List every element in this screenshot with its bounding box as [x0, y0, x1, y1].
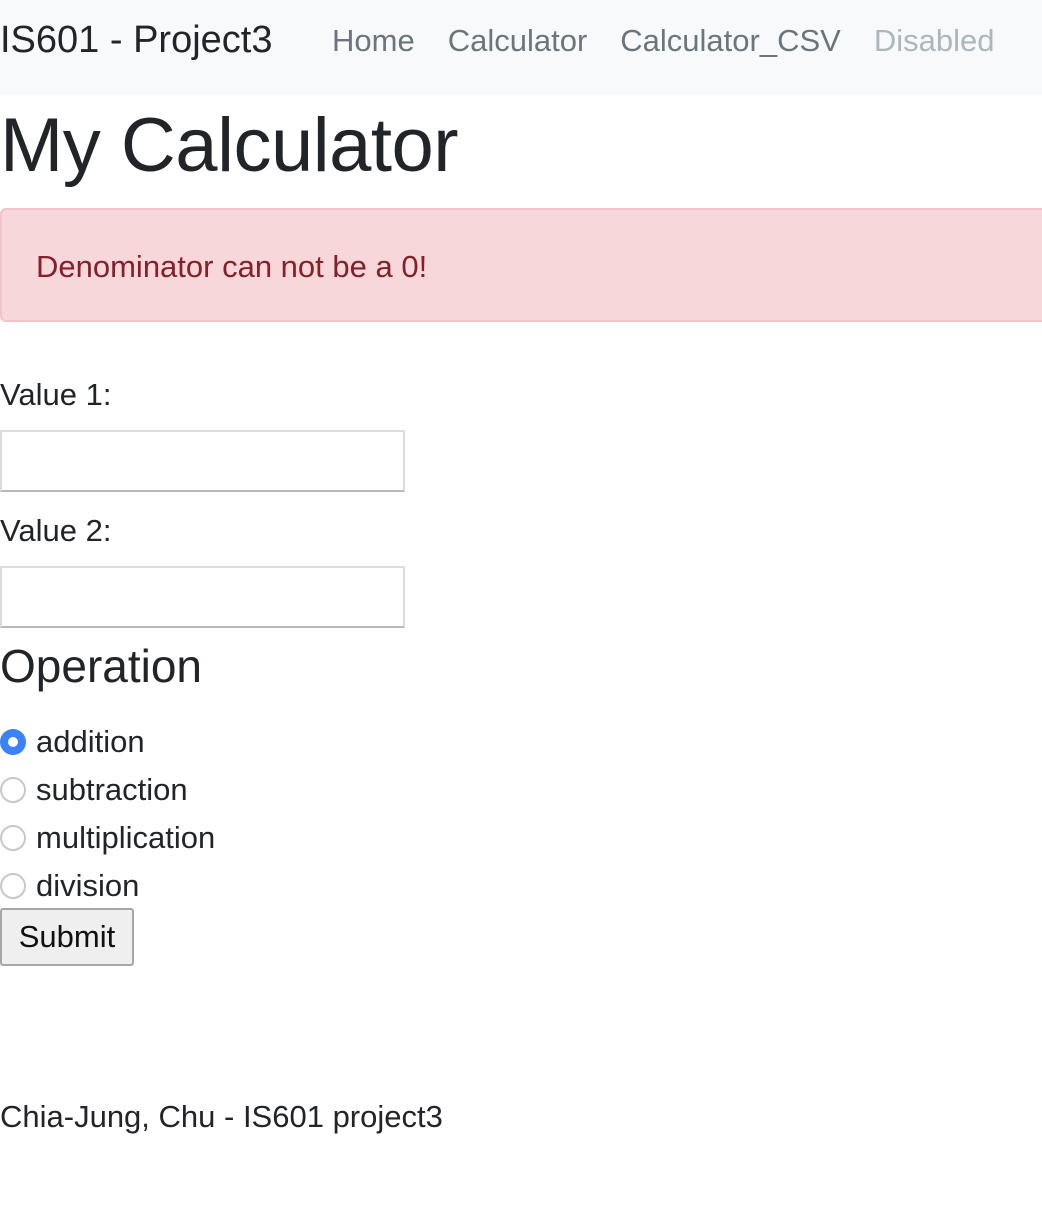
radio-label-division[interactable]: division — [36, 867, 139, 905]
nav-link-calculator[interactable]: Calculator — [448, 22, 588, 60]
radio-option-addition[interactable]: addition — [0, 722, 145, 762]
radio-division[interactable] — [0, 873, 26, 899]
radio-label-multiplication[interactable]: multiplication — [36, 819, 215, 857]
error-alert: Denominator can not be a 0! — [0, 208, 1042, 322]
value1-input[interactable] — [0, 430, 405, 492]
navbar: IS601 - Project3 Home Calculator Calcula… — [0, 0, 1042, 95]
radio-multiplication[interactable] — [0, 825, 26, 851]
radio-subtraction[interactable] — [0, 777, 26, 803]
radio-label-addition[interactable]: addition — [36, 723, 145, 761]
radio-option-subtraction[interactable]: subtraction — [0, 770, 188, 810]
error-alert-message: Denominator can not be a 0! — [36, 249, 428, 284]
navbar-brand[interactable]: IS601 - Project3 — [0, 18, 272, 62]
nav-link-home[interactable]: Home — [332, 22, 415, 60]
radio-addition[interactable] — [0, 729, 26, 755]
page-title: My Calculator — [0, 103, 459, 188]
radio-option-multiplication[interactable]: multiplication — [0, 818, 215, 858]
radio-label-subtraction[interactable]: subtraction — [36, 771, 188, 809]
operation-heading: Operation — [0, 640, 203, 692]
nav-link-disabled: Disabled — [873, 23, 995, 58]
nav-link-calculator-csv[interactable]: Calculator_CSV — [620, 22, 841, 60]
submit-button[interactable]: Submit — [0, 908, 134, 966]
value2-input[interactable] — [0, 566, 405, 628]
value1-label: Value 1: — [0, 377, 112, 412]
radio-option-division[interactable]: division — [0, 866, 139, 906]
footer-text: Chia-Jung, Chu - IS601 project3 — [0, 1099, 443, 1134]
value2-label: Value 2: — [0, 513, 112, 548]
nav-links: Home Calculator Calculator_CSV Disabled — [332, 22, 994, 60]
